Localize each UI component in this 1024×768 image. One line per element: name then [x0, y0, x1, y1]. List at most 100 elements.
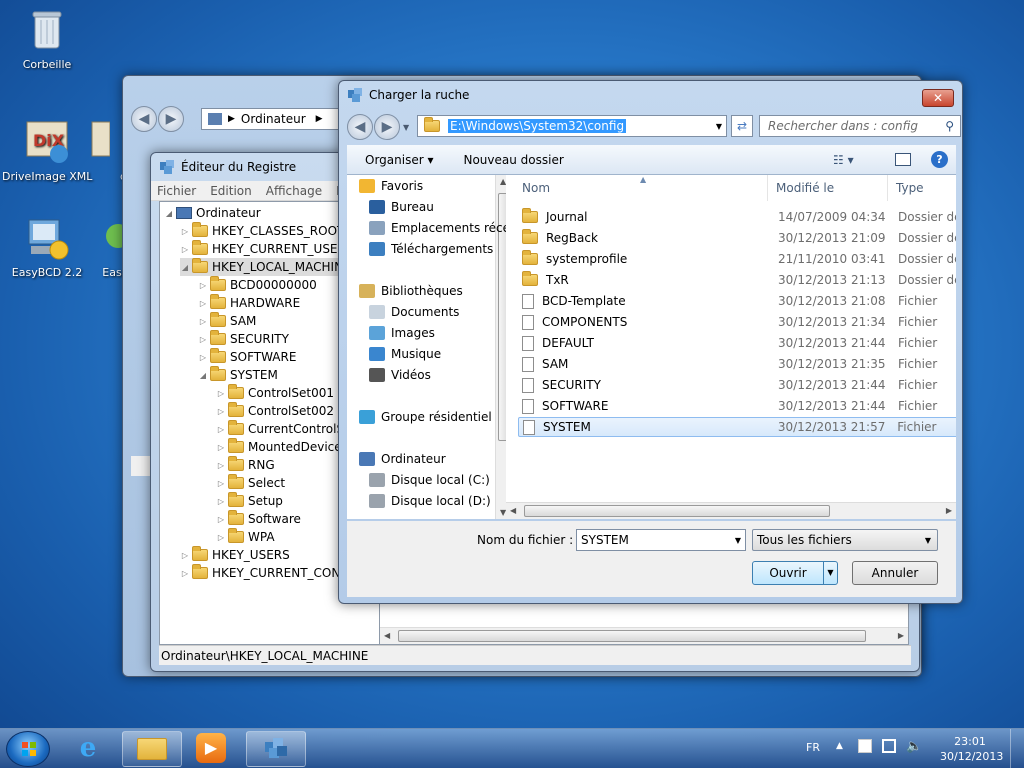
desktop-icon-recycle-bin[interactable]: Corbeille	[2, 6, 92, 71]
file-row[interactable]: BCD-Template 30/12/2013 21:08 Fichier	[518, 291, 956, 311]
tree-node[interactable]: ▷ RNG	[216, 456, 275, 474]
expand-arrow-icon[interactable]: ▷	[198, 317, 208, 326]
chevron-down-icon[interactable]: ▼	[735, 536, 741, 545]
tree-node[interactable]: ▷ ControlSet002	[216, 402, 334, 420]
values-hscroll-thumb[interactable]	[398, 630, 866, 642]
tree-node[interactable]: ▷ Setup	[216, 492, 283, 510]
file-row[interactable]: RegBack 30/12/2013 21:09 Dossier de	[518, 228, 956, 248]
expand-arrow-icon[interactable]: ▷	[180, 551, 190, 560]
nav-item[interactable]: Emplacements récents	[369, 219, 509, 237]
nav-item[interactable]: Disque local (C:)	[369, 471, 490, 489]
nav-item[interactable]: Images	[369, 324, 435, 342]
tree-node[interactable]: ▷ HKEY_CLASSES_ROOT	[180, 222, 344, 240]
expand-arrow-icon[interactable]: ▷	[180, 245, 190, 254]
show-desktop-button[interactable]	[1010, 729, 1024, 768]
file-row[interactable]: DEFAULT 30/12/2013 21:44 Fichier	[518, 333, 956, 353]
file-hscroll[interactable]: ◀ ▶	[506, 502, 956, 519]
filename-field[interactable]: SYSTEM ▼	[576, 529, 746, 551]
nav-item[interactable]: Favoris	[359, 177, 423, 195]
expand-arrow-icon[interactable]: ▷	[216, 425, 226, 434]
tree-node[interactable]: ▷ HARDWARE	[198, 294, 300, 312]
navigation-pane[interactable]: ▲ ▼ FavorisBureauEmplacements récentsTél…	[347, 175, 512, 519]
tree-node[interactable]: ▷ HKEY_CURRENT_CONFIG	[180, 564, 360, 582]
expand-arrow-icon[interactable]: ▷	[198, 353, 208, 362]
scroll-right-icon[interactable]: ▶	[898, 631, 904, 640]
tree-node[interactable]: ▷ Software	[216, 510, 301, 528]
dialog-titlebar[interactable]: Charger la ruche	[339, 81, 962, 109]
collapse-arrow-icon[interactable]: ◢	[198, 371, 208, 380]
taskbar-explorer[interactable]	[122, 731, 182, 767]
open-button[interactable]: Ouvrir ▼	[752, 561, 838, 585]
desktop-icon-easybcd[interactable]: EasyBCD 2.2	[2, 214, 92, 279]
taskbar-regedit[interactable]	[246, 731, 306, 767]
media-player-icon[interactable]: ▶	[196, 733, 226, 763]
start-button[interactable]	[6, 731, 50, 767]
desktop-icon-partial-di[interactable]: di	[70, 118, 130, 183]
tree-node[interactable]: ▷ ControlSet001	[216, 384, 334, 402]
tree-node[interactable]: ◢ SYSTEM	[198, 366, 278, 384]
tree-node[interactable]: ▷ SOFTWARE	[198, 348, 296, 366]
tree-node[interactable]: ◢ Ordinateur	[164, 204, 261, 222]
expand-arrow-icon[interactable]: ▷	[198, 299, 208, 308]
column-header-name[interactable]: Nom	[506, 175, 768, 201]
tree-node[interactable]: ▷ HKEY_CURRENT_USER	[180, 240, 346, 258]
forward-button[interactable]: ▶	[158, 106, 184, 132]
expand-arrow-icon[interactable]: ▷	[216, 497, 226, 506]
close-button[interactable]: ✕	[922, 89, 954, 107]
nav-item[interactable]: Téléchargements	[369, 240, 493, 258]
volume-icon[interactable]: 🔈	[906, 739, 922, 754]
file-row[interactable]: SAM 30/12/2013 21:35 Fichier	[518, 354, 956, 374]
action-center-icon[interactable]	[858, 739, 872, 753]
expand-arrow-icon[interactable]: ▷	[198, 335, 208, 344]
tree-node[interactable]: ◢ HKEY_LOCAL_MACHINE	[180, 258, 351, 276]
expand-arrow-icon[interactable]: ▷	[198, 281, 208, 290]
file-row[interactable]: systemprofile 21/11/2010 03:41 Dossier de	[518, 249, 956, 269]
tree-node[interactable]: ▷ SECURITY	[198, 330, 289, 348]
new-folder-button[interactable]: Nouveau dossier	[463, 153, 563, 167]
scroll-right-icon[interactable]: ▶	[946, 506, 952, 515]
file-row[interactable]: SECURITY 30/12/2013 21:44 Fichier	[518, 375, 956, 395]
expand-arrow-icon[interactable]: ▷	[216, 443, 226, 452]
nav-item[interactable]: Musique	[369, 345, 441, 363]
expand-arrow-icon[interactable]: ▷	[216, 407, 226, 416]
view-options-icon[interactable]: ☷ ▾	[833, 153, 854, 167]
ie-icon[interactable]: e	[70, 733, 106, 765]
menu-fichier[interactable]: Fichier	[157, 184, 196, 198]
scroll-left-icon[interactable]: ◀	[510, 506, 516, 515]
back-button[interactable]: ◀	[347, 114, 373, 140]
tree-node[interactable]: ▷ CurrentControlSet	[216, 420, 356, 438]
file-row[interactable]: SOFTWARE 30/12/2013 21:44 Fichier	[518, 396, 956, 416]
filetype-select[interactable]: Tous les fichiers ▼	[752, 529, 938, 551]
tree-node[interactable]: ▷ SAM	[198, 312, 256, 330]
collapse-arrow-icon[interactable]: ◢	[180, 263, 190, 272]
address-bar[interactable]: E:\Windows\System32\config ▼	[417, 115, 727, 137]
forward-button[interactable]: ▶	[374, 114, 400, 140]
scroll-left-icon[interactable]: ◀	[384, 631, 390, 640]
expand-arrow-icon[interactable]: ▷	[180, 227, 190, 236]
language-indicator[interactable]: FR	[806, 741, 826, 754]
expand-arrow-icon[interactable]: ▷	[216, 515, 226, 524]
network-icon[interactable]	[882, 739, 896, 753]
clock-time[interactable]: 23:01	[940, 735, 1000, 748]
show-hidden-icons-icon[interactable]: ▲	[836, 741, 843, 751]
nav-item[interactable]: Disque local (D:)	[369, 492, 491, 510]
recent-pages-chevron-icon[interactable]: ▼	[403, 123, 409, 132]
file-hscroll-thumb[interactable]	[524, 505, 830, 517]
chevron-down-icon[interactable]: ▼	[925, 536, 931, 545]
organize-button[interactable]: Organiser ▾	[365, 153, 433, 167]
help-icon[interactable]: ?	[931, 151, 948, 168]
clock-date[interactable]: 30/12/2013	[940, 750, 1003, 763]
file-row[interactable]: Journal 14/07/2009 04:34 Dossier de	[518, 207, 956, 227]
chevron-down-icon[interactable]: ▼	[716, 122, 722, 131]
expand-arrow-icon[interactable]: ▷	[216, 461, 226, 470]
nav-item[interactable]: Groupe résidentiel	[359, 408, 492, 426]
collapse-arrow-icon[interactable]: ◢	[164, 209, 174, 218]
expand-arrow-icon[interactable]: ▷	[216, 389, 226, 398]
column-header-modified[interactable]: Modifié le	[768, 175, 888, 201]
expand-arrow-icon[interactable]: ▷	[180, 569, 190, 578]
open-split-chevron-icon[interactable]: ▼	[823, 562, 837, 584]
menu-affichage[interactable]: Affichage	[266, 184, 322, 198]
file-row[interactable]: COMPONENTS 30/12/2013 21:34 Fichier	[518, 312, 956, 332]
tree-node[interactable]: ▷ Select	[216, 474, 285, 492]
back-button[interactable]: ◀	[131, 106, 157, 132]
